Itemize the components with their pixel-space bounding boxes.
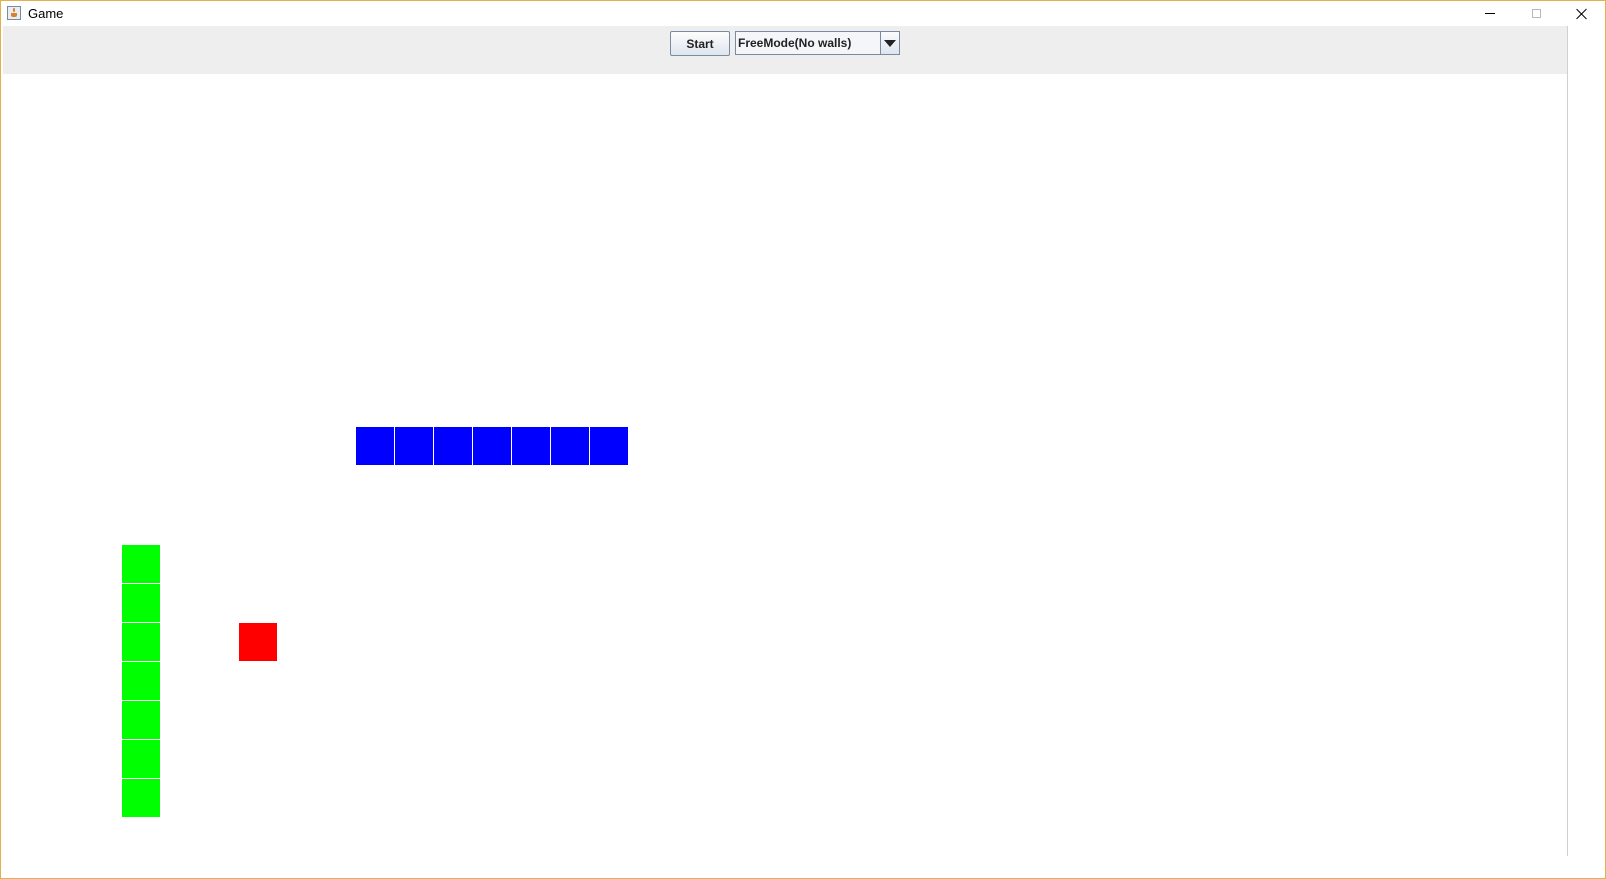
game-mode-dropdown[interactable]: FreeMode(No walls) (735, 31, 900, 55)
window-title: Game (28, 6, 64, 21)
blue-snake-segment (434, 427, 472, 465)
maximize-button[interactable] (1513, 1, 1559, 26)
green-snake-segment (122, 740, 160, 778)
green-snake-segment (122, 584, 160, 622)
dropdown-arrow-button[interactable] (880, 32, 899, 54)
green-snake-segment (122, 545, 160, 583)
window-edge (1567, 26, 1568, 856)
blue-snake-segment (590, 427, 628, 465)
start-button[interactable]: Start (670, 31, 730, 56)
blue-snake-segment (551, 427, 589, 465)
game-window: Game Start FreeMode(No walls) (0, 0, 1606, 879)
blue-snake-segment (512, 427, 550, 465)
green-snake-segment (122, 779, 160, 817)
control-toolbar: Start FreeMode(No walls) (3, 26, 1567, 74)
java-app-icon (7, 6, 21, 20)
close-icon (1576, 8, 1588, 20)
title-bar: Game (1, 1, 1605, 26)
food-block (239, 623, 277, 661)
chevron-down-icon (884, 39, 896, 47)
maximize-icon (1531, 9, 1541, 18)
blue-snake-segment (395, 427, 433, 465)
minimize-icon (1485, 13, 1495, 14)
minimize-button[interactable] (1467, 1, 1513, 26)
green-snake-segment (122, 623, 160, 661)
blue-snake-segment (473, 427, 511, 465)
game-mode-value: FreeMode(No walls) (738, 36, 852, 50)
close-button[interactable] (1559, 1, 1605, 26)
green-snake-segment (122, 701, 160, 739)
blue-snake-segment (356, 427, 394, 465)
game-board (3, 74, 1567, 856)
green-snake-segment (122, 662, 160, 700)
